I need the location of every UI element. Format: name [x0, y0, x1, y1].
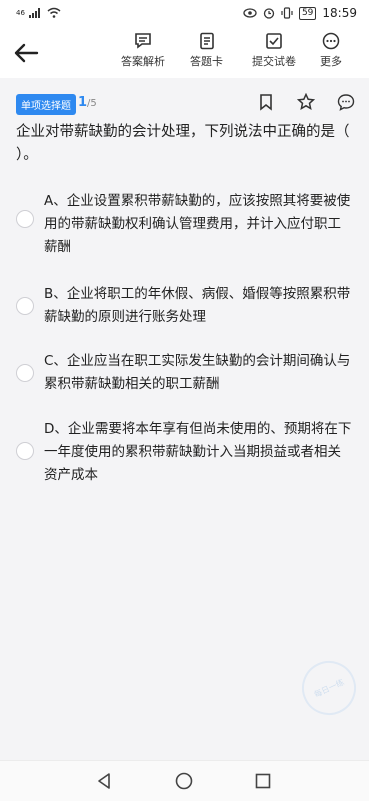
comment-icon[interactable]	[337, 93, 355, 111]
option-a-radio[interactable]	[16, 210, 34, 228]
nav-home-icon[interactable]	[175, 772, 193, 790]
system-nav-bar	[0, 760, 369, 801]
answer-analysis-button[interactable]: 答案解析	[121, 32, 165, 69]
status-right: 59 18:59	[243, 6, 357, 20]
status-bar: 46 59 18:59	[0, 0, 369, 28]
signal-label: 46	[16, 8, 25, 17]
option-d[interactable]: D、企业需要将本年享有但尚未使用的、预期将在下一年度使用的累积带薪缺勤计入当期损…	[16, 418, 356, 488]
star-icon[interactable]	[296, 92, 316, 111]
nav-back-icon[interactable]	[96, 772, 112, 790]
battery-indicator: 59	[298, 6, 317, 20]
status-time: 18:59	[322, 6, 357, 20]
option-d-radio[interactable]	[16, 442, 34, 460]
submit-paper-label: 提交试卷	[252, 55, 296, 68]
answer-card-label: 答题卡	[190, 55, 223, 68]
total-questions: /5	[87, 98, 97, 109]
option-c-radio[interactable]	[16, 364, 34, 382]
alarm-icon	[263, 8, 275, 19]
answer-card-button[interactable]: 答题卡	[190, 32, 223, 69]
option-b[interactable]: B、企业将职工的年休假、病假、婚假等按照累积带薪缺勤的原则进行账务处理	[16, 283, 356, 329]
watermark-stamp: 每日一练	[293, 652, 365, 724]
submit-icon	[266, 33, 282, 49]
question-counter: 1/5	[78, 95, 97, 110]
question-area: 单项选择题 1/5 企业对带薪缺勤的会计处理，下列说法中正确的是（ ）。 A、企…	[0, 78, 369, 760]
watermark-text: 每日一练	[312, 677, 346, 699]
bookmark-icon[interactable]	[257, 93, 275, 111]
question-text: 企业对带薪缺勤的会计处理，下列说法中正确的是（ ）。	[16, 124, 350, 163]
chat-icon	[135, 33, 151, 49]
top-toolbar: 答案解析 答题卡 提交试卷 更多	[0, 28, 369, 78]
current-question-number: 1	[78, 95, 88, 110]
status-left: 46	[16, 7, 61, 18]
option-c[interactable]: C、企业应当在职工实际发生缺勤的会计期间确认与累积带薪缺勤相关的职工薪酬	[16, 350, 356, 396]
vibrate-icon	[281, 7, 293, 19]
question-actions	[257, 92, 355, 111]
question-type-badge: 单项选择题	[16, 94, 76, 115]
answer-card-icon	[199, 32, 214, 50]
back-arrow-icon[interactable]	[12, 40, 40, 66]
signal-icon	[28, 7, 40, 18]
option-d-text: D、企业需要将本年享有但尚未使用的、预期将在下一年度使用的累积带薪缺勤计入当期损…	[44, 421, 352, 483]
more-button[interactable]: 更多	[320, 32, 342, 69]
nav-recents-icon[interactable]	[255, 772, 271, 790]
option-a-text: A、企业设置累积带薪缺勤的，应该按照其将要被使用的带薪缺勤权利确认管理费用，并计…	[44, 193, 351, 255]
more-label: 更多	[320, 55, 342, 68]
option-b-radio[interactable]	[16, 297, 34, 315]
option-b-text: B、企业将职工的年休假、病假、婚假等按照累积带薪缺勤的原则进行账务处理	[44, 286, 351, 325]
more-icon	[322, 32, 340, 50]
wifi-icon	[47, 7, 61, 18]
eye-icon	[243, 8, 257, 18]
submit-paper-button[interactable]: 提交试卷	[252, 32, 296, 69]
option-a[interactable]: A、企业设置累积带薪缺勤的，应该按照其将要被使用的带薪缺勤权利确认管理费用，并计…	[16, 190, 356, 260]
option-c-text: C、企业应当在职工实际发生缺勤的会计期间确认与累积带薪缺勤相关的职工薪酬	[44, 353, 351, 392]
answer-analysis-label: 答案解析	[121, 55, 165, 68]
